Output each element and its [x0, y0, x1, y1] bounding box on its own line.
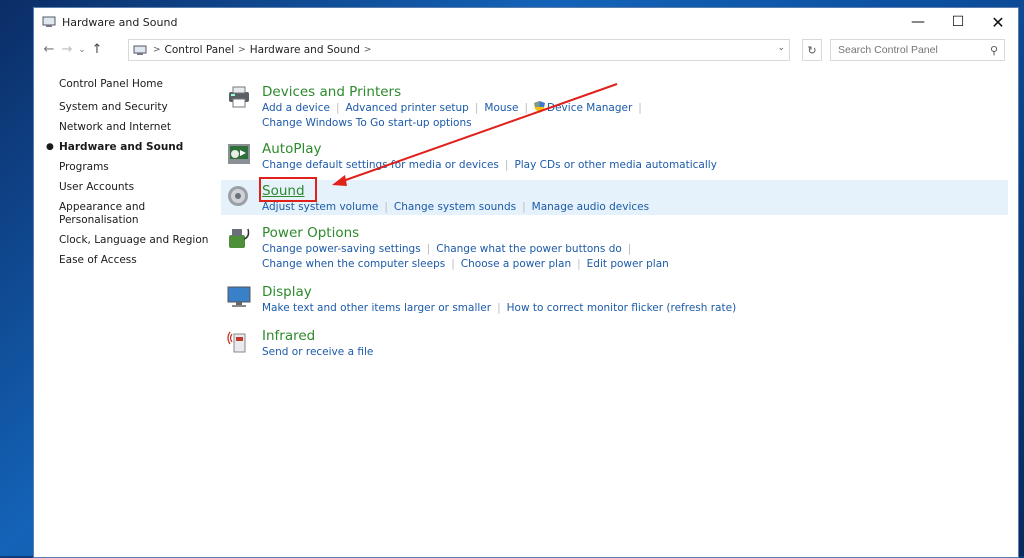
- control-panel-window: Hardware and Sound — ☐ ✕ ← → ⌄ ↑ > Contr…: [33, 7, 1019, 558]
- arrow-annotation-icon: [332, 83, 618, 186]
